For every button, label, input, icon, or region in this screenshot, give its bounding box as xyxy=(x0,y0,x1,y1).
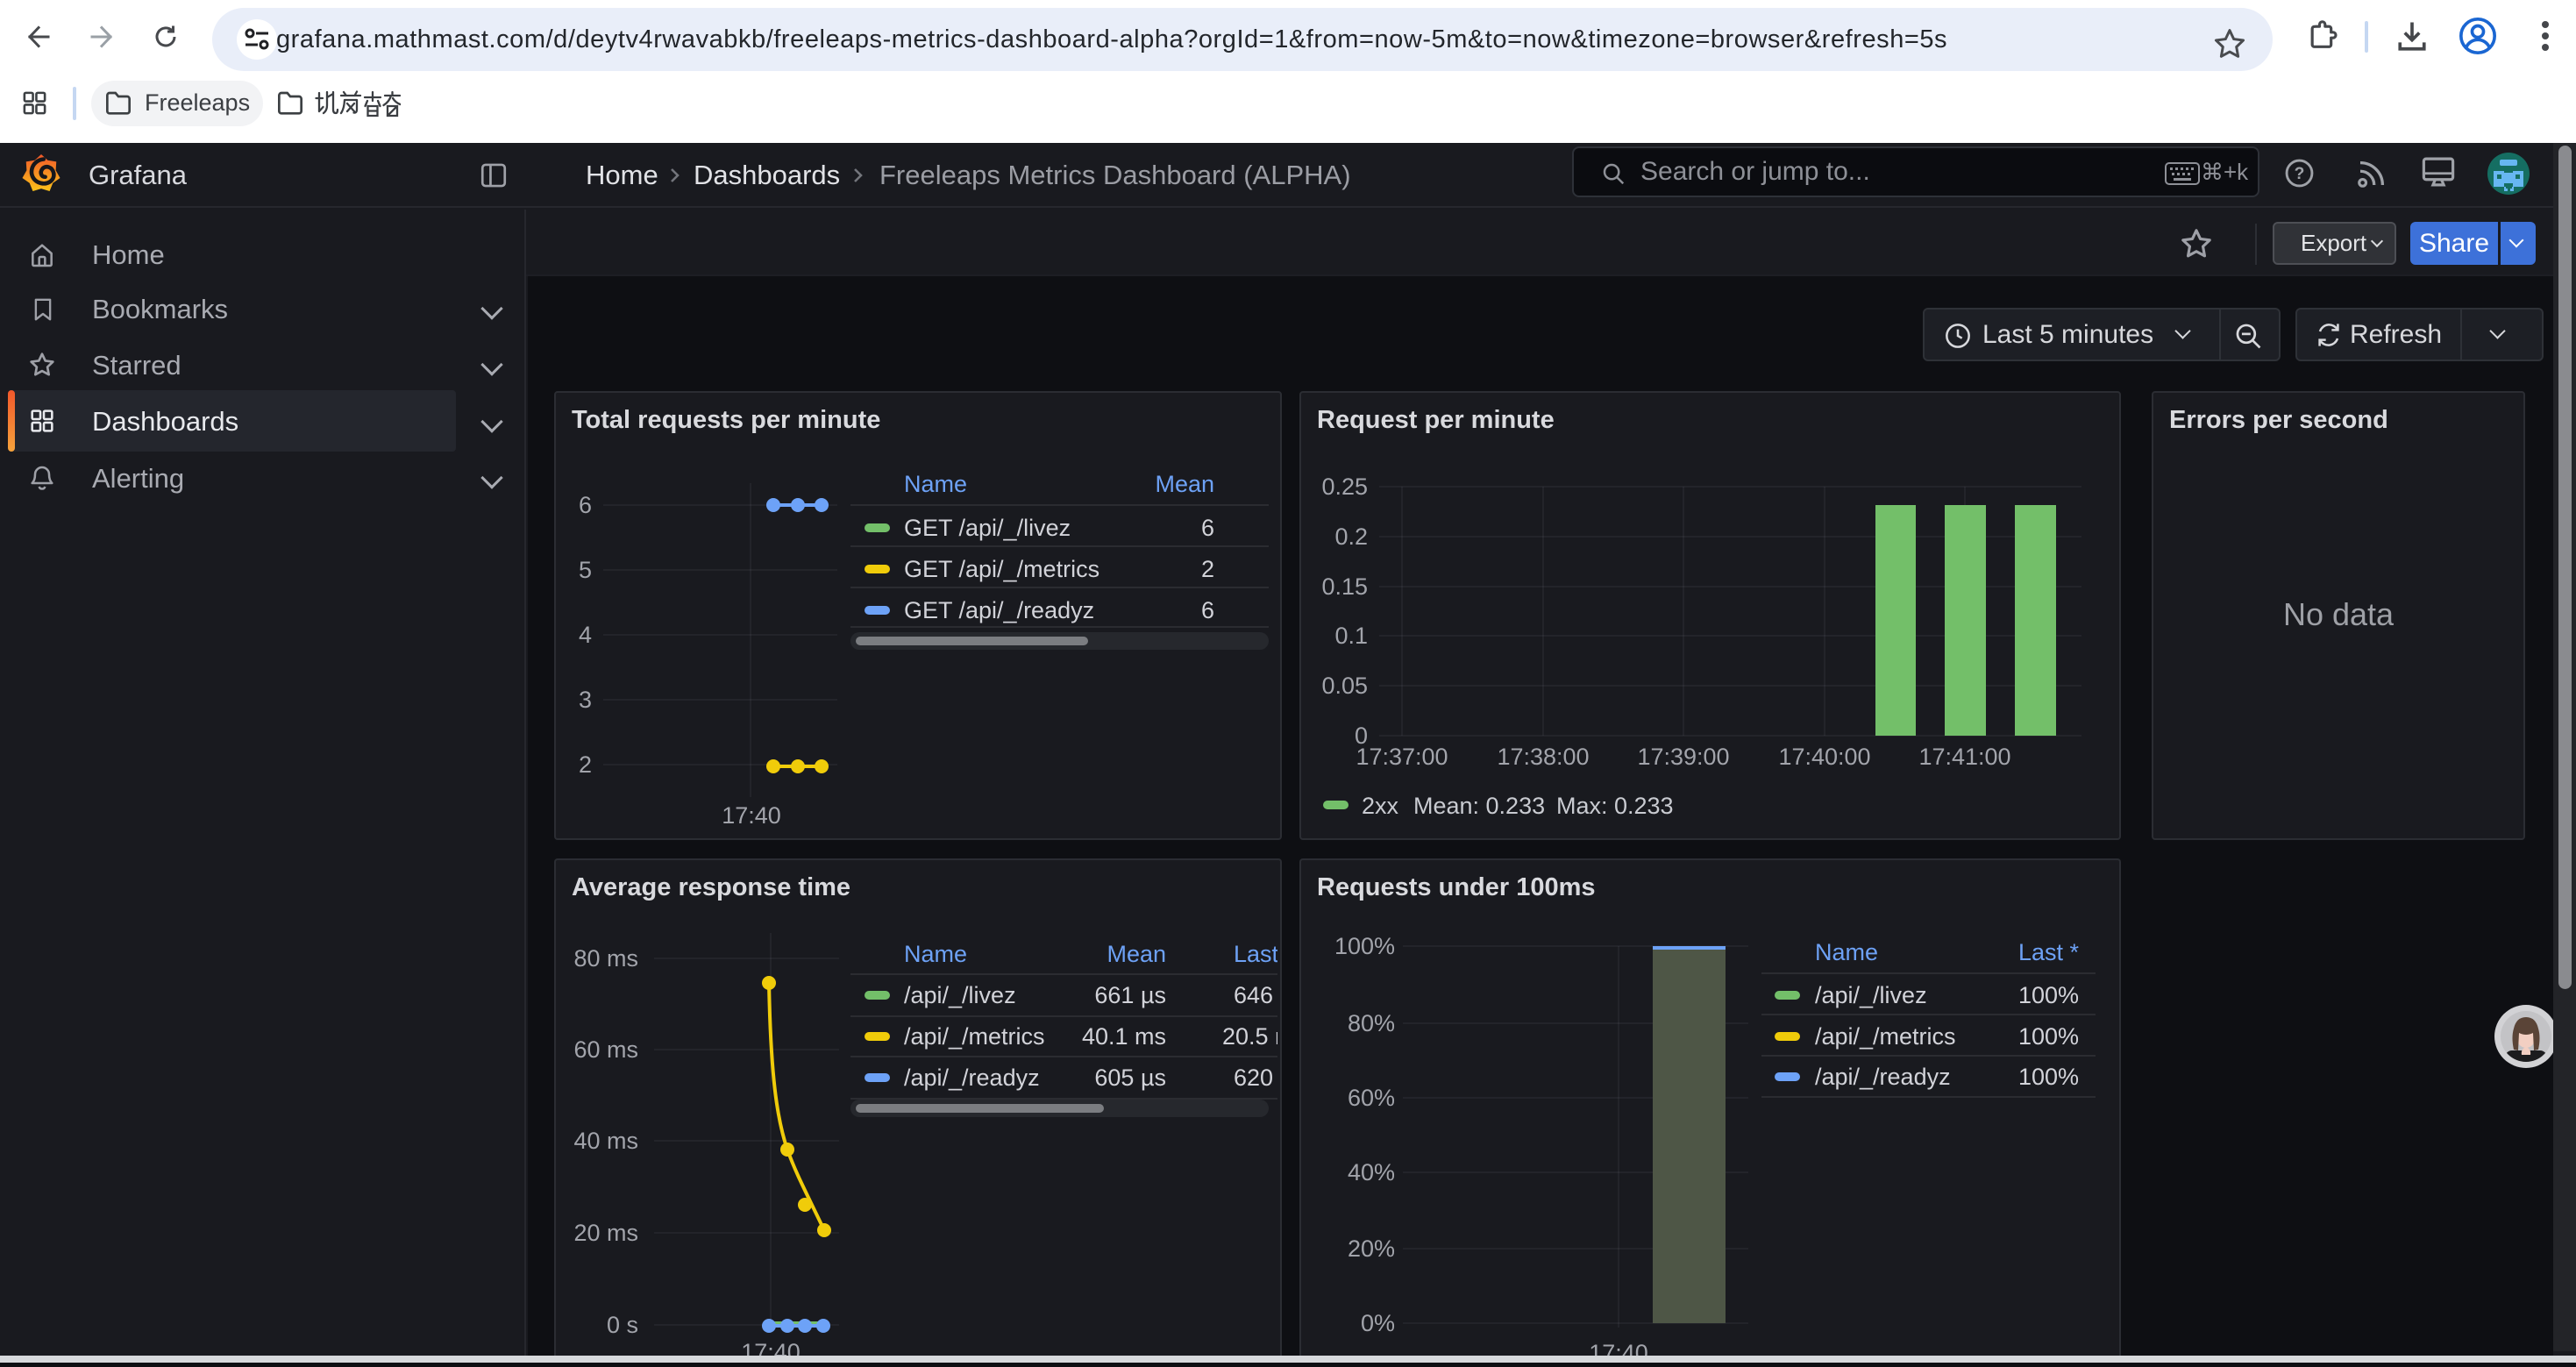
svg-text:?: ? xyxy=(2295,165,2305,183)
